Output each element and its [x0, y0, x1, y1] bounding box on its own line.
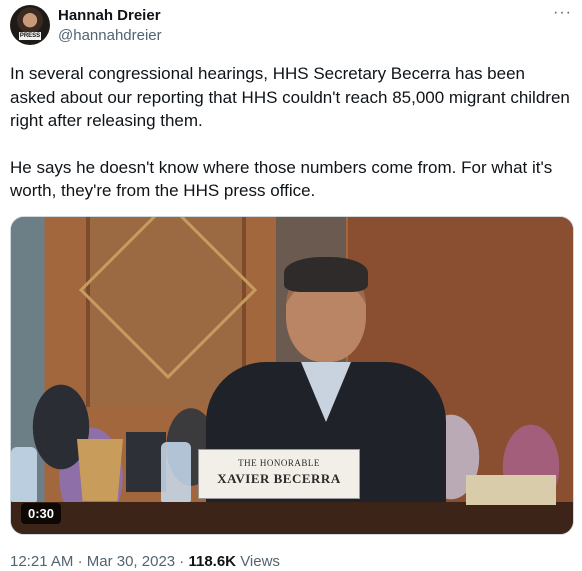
- meta-separator: ·: [77, 553, 83, 570]
- tweet-meta: 12:21 AM · Mar 30, 2023 · 118.6K Views: [10, 553, 280, 570]
- water-bottle-left: [11, 447, 37, 502]
- water-bottle: [161, 442, 191, 502]
- avatar-press-badge: PRESS: [19, 32, 41, 40]
- author-handle[interactable]: @hannahdreier: [58, 27, 162, 44]
- papers: [466, 475, 556, 505]
- tweet-paragraph-1: In several congressional hearings, HHS S…: [10, 64, 570, 130]
- video-player[interactable]: THE HONORABLE XAVIER BECERRA 0:30: [10, 216, 574, 535]
- author-name[interactable]: Hannah Dreier: [58, 7, 161, 24]
- views-count[interactable]: 118.6K: [188, 553, 236, 570]
- nameplate-title: THE HONORABLE: [238, 458, 320, 468]
- video-duration-badge: 0:30: [21, 503, 62, 524]
- tweet-text: In several congressional hearings, HHS S…: [10, 62, 570, 203]
- laptop: [126, 432, 166, 492]
- meta-separator-2: ·: [179, 553, 185, 570]
- coffee-cup: [77, 439, 123, 501]
- desk: [11, 502, 573, 534]
- more-options-icon[interactable]: ···: [553, 4, 572, 22]
- tweet-paragraph-2: He says he doesn't know where those numb…: [10, 157, 553, 201]
- views-label: Views: [240, 553, 280, 570]
- nameplate: THE HONORABLE XAVIER BECERRA: [198, 449, 360, 499]
- tweet-time[interactable]: 12:21 AM: [10, 553, 73, 570]
- nameplate-name: XAVIER BECERRA: [217, 471, 341, 486]
- tweet-date[interactable]: Mar 30, 2023: [87, 553, 175, 570]
- tweet: PRESS Hannah Dreier @hannahdreier ··· In…: [0, 0, 582, 571]
- author-avatar[interactable]: PRESS: [10, 5, 50, 45]
